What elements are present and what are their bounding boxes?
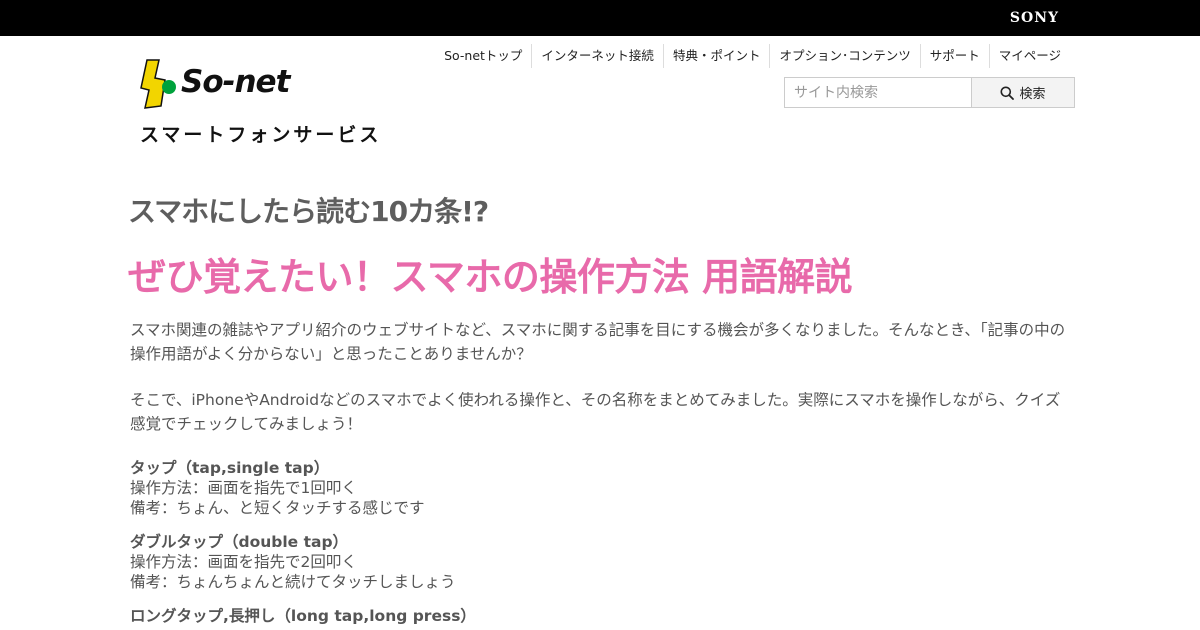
search-input[interactable]	[784, 77, 972, 108]
search-button[interactable]: 検索	[972, 77, 1075, 108]
article-body: スマホ関連の雑誌やアプリ紹介のウェブサイトなど、スマホに関する記事を目にする機会…	[130, 318, 1070, 630]
term-note: 備考：ちょんちょんと続けてタッチしましょう	[130, 573, 456, 591]
sony-header-bar: SONY	[0, 0, 1200, 36]
term-name: タップ（tap,single tap）	[130, 459, 330, 477]
nav-support[interactable]: サポート	[919, 44, 989, 68]
term-entry-tap: タップ（tap,single tap） 操作方法：画面を指先で1回叩く 備考：ち…	[130, 458, 1070, 518]
term-name: ダブルタップ（double tap）	[130, 533, 349, 551]
nav-options-contents[interactable]: オプション･コンテンツ	[769, 44, 919, 68]
search-button-label: 検索	[1019, 87, 1046, 102]
article-title: ぜひ覚えたい！スマホの操作方法 用語解説	[128, 255, 853, 299]
nav-my-page[interactable]: マイページ	[988, 44, 1070, 68]
term-entry-double-tap: ダブルタップ（double tap） 操作方法：画面を指先で2回叩く 備考：ちょ…	[130, 532, 1070, 592]
so-net-logo[interactable]: So-net	[139, 58, 309, 110]
sony-logo[interactable]: SONY	[1010, 10, 1059, 26]
site-search: 検索	[784, 77, 1075, 108]
service-title: スマートフォンサービス	[140, 124, 382, 146]
article-category: スマホにしたら読む10カ条!?	[128, 195, 489, 228]
so-net-logo-text: So-net	[181, 64, 290, 100]
term-name: ロングタップ,長押し（long tap,long press）	[130, 607, 476, 625]
intro-paragraph: そこで、iPhoneやAndroidなどのスマホでよく使われる操作と、その名称を…	[130, 391, 1061, 433]
global-nav: So-netトップ インターネット接続 特典・ポイント オプション･コンテンツ …	[435, 44, 1070, 68]
term-note: 備考：ちょん、と短くタッチする感じです	[130, 499, 425, 517]
term-entry-long-tap: ロングタップ,長押し（long tap,long press）	[130, 606, 1070, 626]
term-method: 操作方法：画面を指先で1回叩く	[130, 479, 357, 497]
nav-internet-connection[interactable]: インターネット接続	[531, 44, 663, 68]
intro-paragraph: スマホ関連の雑誌やアプリ紹介のウェブサイトなど、スマホに関する記事を目にする機会…	[130, 321, 1066, 363]
term-method: 操作方法：画面を指先で2回叩く	[130, 553, 357, 571]
nav-benefits-points[interactable]: 特典・ポイント	[662, 44, 770, 68]
search-icon	[1000, 86, 1015, 100]
nav-so-net-top[interactable]: So-netトップ	[435, 44, 531, 68]
so-net-logo-mark-icon	[140, 59, 176, 109]
